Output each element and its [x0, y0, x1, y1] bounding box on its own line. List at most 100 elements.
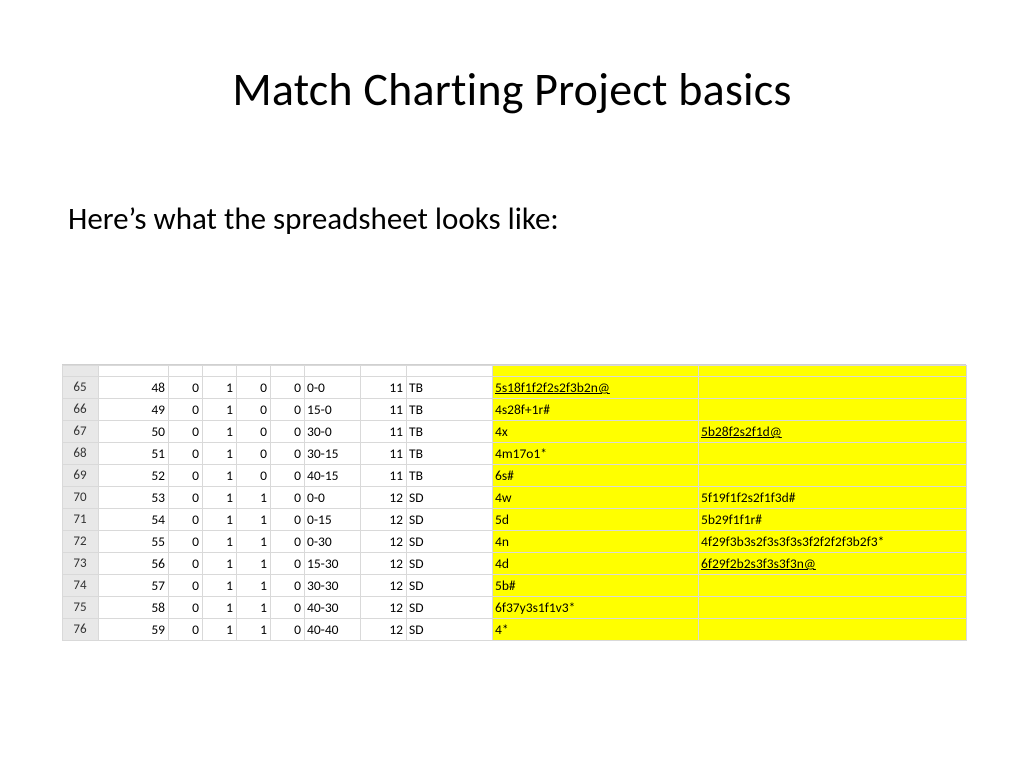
cell-e: 0: [271, 597, 305, 619]
cell-c: 1: [203, 531, 237, 553]
cell-first-serve: 4*: [493, 619, 699, 641]
cell-b: 0: [169, 487, 203, 509]
cell-first-serve: 5b#: [493, 575, 699, 597]
cell-a: 50: [99, 421, 169, 443]
cell-second-serve: 4f29f3b3s2f3s3f3s3f2f2f2f3b2f3*: [699, 531, 967, 553]
row-header: 71: [63, 509, 99, 531]
cell-first-serve: 5s18f1f2f2s2f3b2n@: [493, 377, 699, 399]
cell-e: 0: [271, 487, 305, 509]
cell-a: 48: [99, 377, 169, 399]
cell-first-serve: 6s#: [493, 465, 699, 487]
cell-f: 15-0: [305, 399, 361, 421]
cell-a: 52: [99, 465, 169, 487]
cell-f: 15-30: [305, 553, 361, 575]
cell-c: 1: [203, 509, 237, 531]
table-row: 6851010030-1511TB4m17o1*: [63, 443, 967, 465]
cell-a: 58: [99, 597, 169, 619]
cell-d: 1: [237, 531, 271, 553]
cell-f: 30-0: [305, 421, 361, 443]
cell-h: SD: [407, 487, 493, 509]
cell-g: 12: [361, 487, 407, 509]
cell-a: 51: [99, 443, 169, 465]
row-header: 73: [63, 553, 99, 575]
cell-c: 1: [203, 597, 237, 619]
cell-g: 11: [361, 421, 407, 443]
cell-d: 0: [237, 465, 271, 487]
slide-title: Match Charting Project basics: [0, 62, 1024, 118]
cell-a: 57: [99, 575, 169, 597]
row-header: 66: [63, 399, 99, 421]
cell-e: 0: [271, 531, 305, 553]
cell-d: 1: [237, 487, 271, 509]
cell-b: 0: [169, 619, 203, 641]
cell-g: 12: [361, 597, 407, 619]
cell-f: 0-15: [305, 509, 361, 531]
cell-h: SD: [407, 619, 493, 641]
cell-e: 0: [271, 553, 305, 575]
spreadsheet-screenshot: .... .... ... 654801000-011TB5s18f1f2f2s…: [62, 364, 966, 641]
table-row: 7356011015-3012SD4d6f29f2b2s3f3s3f3n@: [63, 553, 967, 575]
cell-first-serve: 4w: [493, 487, 699, 509]
cell-b: 0: [169, 531, 203, 553]
cell-d: 1: [237, 575, 271, 597]
row-header: 76: [63, 619, 99, 641]
cell-second-serve: 5b28f2s2f1d@: [699, 421, 967, 443]
spreadsheet-table: .... .... ... 654801000-011TB5s18f1f2f2s…: [62, 365, 967, 641]
clipped-row: .... .... ...: [63, 366, 967, 377]
cell-c: 1: [203, 443, 237, 465]
table-row: 725501100-3012SD4n4f29f3b3s2f3s3f3s3f2f2…: [63, 531, 967, 553]
cell-second-serve: [699, 575, 967, 597]
cell-b: 0: [169, 421, 203, 443]
cell-d: 0: [237, 421, 271, 443]
row-header: 67: [63, 421, 99, 443]
cell-f: 40-15: [305, 465, 361, 487]
cell-second-serve: 5f19f1f2s2f1f3d#: [699, 487, 967, 509]
cell-second-serve-link: 5b28f2s2f1d@: [701, 423, 782, 440]
row-header: 65: [63, 377, 99, 399]
cell-h: SD: [407, 509, 493, 531]
cell-d: 1: [237, 509, 271, 531]
cell-h: TB: [407, 377, 493, 399]
table-row: 6952010040-1511TB6s#: [63, 465, 967, 487]
row-header: 75: [63, 597, 99, 619]
cell-h: TB: [407, 421, 493, 443]
cell-h: SD: [407, 597, 493, 619]
cell-first-serve: 4m17o1*: [493, 443, 699, 465]
table-row: 715401100-1512SD5d5b29f1f1r#: [63, 509, 967, 531]
cell-g: 11: [361, 443, 407, 465]
cell-first-serve: 6f37y3s1f1v3*: [493, 597, 699, 619]
cell-g: 11: [361, 465, 407, 487]
row-header: 74: [63, 575, 99, 597]
cell-d: 0: [237, 399, 271, 421]
cell-e: 0: [271, 377, 305, 399]
cell-second-serve-link: 6f29f2b2s3f3s3f3n@: [701, 555, 816, 572]
cell-g: 11: [361, 399, 407, 421]
slide-subtitle: Here’s what the spreadsheet looks like:: [68, 200, 1024, 238]
row-header: 68: [63, 443, 99, 465]
cell-f: 0-30: [305, 531, 361, 553]
cell-f: 40-30: [305, 597, 361, 619]
cell-b: 0: [169, 465, 203, 487]
table-row: 705301100-012SD4w5f19f1f2s2f1f3d#: [63, 487, 967, 509]
cell-h: TB: [407, 443, 493, 465]
cell-d: 1: [237, 553, 271, 575]
cell-f: 0-0: [305, 377, 361, 399]
cell-first-serve-link: 5s18f1f2f2s2f3b2n@: [495, 379, 610, 396]
cell-g: 11: [361, 377, 407, 399]
cell-c: 1: [203, 553, 237, 575]
cell-second-serve: [699, 619, 967, 641]
cell-first-serve: 5d: [493, 509, 699, 531]
cell-second-serve: [699, 465, 967, 487]
table-row: 6750010030-011TB4x5b28f2s2f1d@: [63, 421, 967, 443]
table-row: 7457011030-3012SD5b#: [63, 575, 967, 597]
cell-g: 12: [361, 531, 407, 553]
row-header: 70: [63, 487, 99, 509]
cell-e: 0: [271, 443, 305, 465]
cell-f: 0-0: [305, 487, 361, 509]
cell-second-serve: [699, 399, 967, 421]
cell-d: 0: [237, 377, 271, 399]
cell-e: 0: [271, 509, 305, 531]
table-row: 654801000-011TB5s18f1f2f2s2f3b2n@: [63, 377, 967, 399]
cell-a: 55: [99, 531, 169, 553]
cell-second-serve: 6f29f2b2s3f3s3f3n@: [699, 553, 967, 575]
